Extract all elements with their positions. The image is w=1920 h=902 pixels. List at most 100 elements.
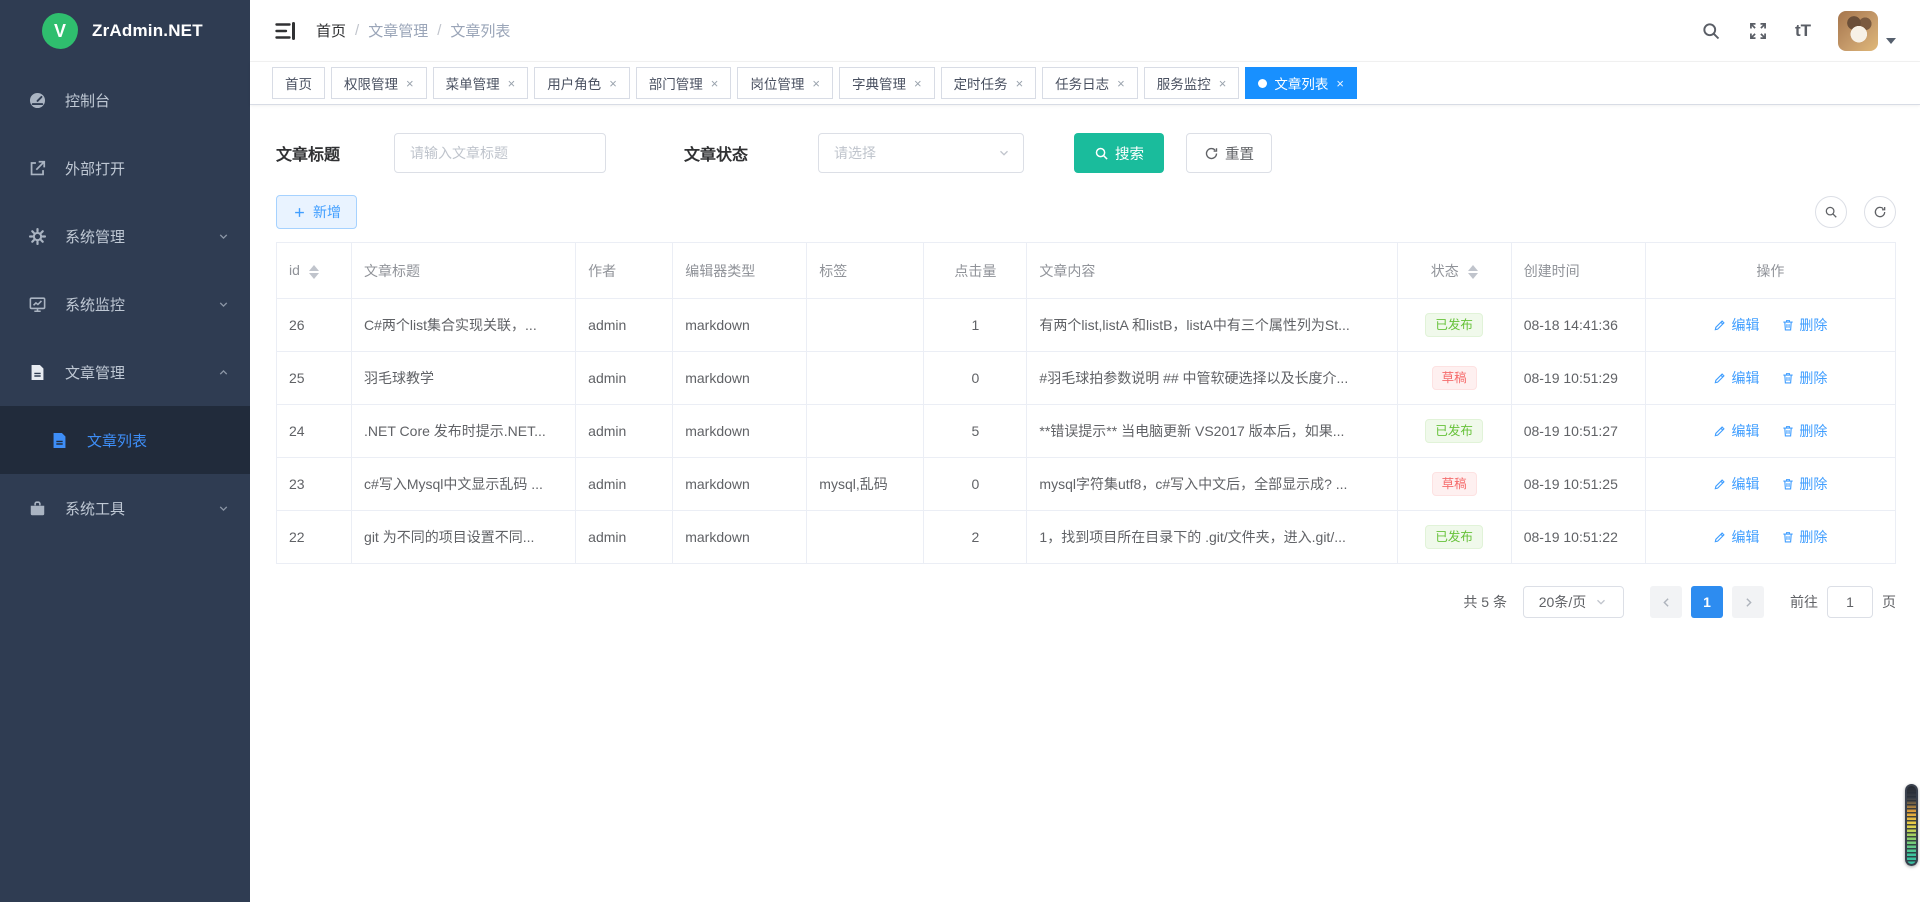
- breadcrumb-separator: /: [355, 22, 359, 39]
- status-badge: 草稿: [1432, 366, 1477, 390]
- tab[interactable]: 文章列表 ×: [1245, 67, 1357, 99]
- cell-id: 22: [277, 511, 352, 564]
- cell-id: 26: [277, 299, 352, 352]
- tab[interactable]: 定时任务 ×: [941, 67, 1037, 99]
- search-button-label: 搜索: [1115, 143, 1144, 164]
- breadcrumb-article-management[interactable]: 文章管理: [368, 20, 428, 41]
- cell-editor-type: markdown: [673, 405, 807, 458]
- edit-button[interactable]: 编辑: [1713, 527, 1759, 547]
- sidebar-item-dashboard[interactable]: 控制台: [0, 66, 250, 134]
- user-avatar[interactable]: [1838, 11, 1878, 51]
- sidebar-item-article-management[interactable]: 文章管理: [0, 338, 250, 406]
- article-status-select[interactable]: 请选择: [818, 133, 1024, 173]
- tab[interactable]: 岗位管理 ×: [737, 67, 833, 99]
- page-size-select[interactable]: 20条/页: [1523, 586, 1624, 618]
- delete-button-label: 删除: [1799, 421, 1827, 441]
- page-number-button[interactable]: 1: [1691, 586, 1723, 618]
- tab-close-icon[interactable]: ×: [508, 77, 516, 90]
- sidebar-menu: 控制台 外部打开 系统管理 系: [0, 66, 250, 542]
- edit-button[interactable]: 编辑: [1713, 368, 1759, 388]
- tab[interactable]: 首页: [272, 67, 325, 99]
- cell-status: 草稿: [1397, 352, 1511, 405]
- column-header-editor: 编辑器类型: [673, 243, 807, 299]
- trash-icon: [1781, 530, 1795, 544]
- edit-button[interactable]: 编辑: [1713, 421, 1759, 441]
- delete-button[interactable]: 删除: [1781, 474, 1827, 494]
- column-header-id[interactable]: id: [277, 243, 352, 299]
- tab-close-icon[interactable]: ×: [1219, 77, 1227, 90]
- tab-close-icon[interactable]: ×: [914, 77, 922, 90]
- sidebar-fold-icon[interactable]: [274, 20, 296, 42]
- tab-close-icon[interactable]: ×: [406, 77, 414, 90]
- sidebar-item-system-management[interactable]: 系统管理: [0, 202, 250, 270]
- edit-button[interactable]: 编辑: [1713, 474, 1759, 494]
- refresh-icon: [1873, 205, 1887, 219]
- user-menu[interactable]: [1838, 11, 1896, 51]
- tab-label: 岗位管理: [750, 73, 804, 93]
- delete-button[interactable]: 删除: [1781, 315, 1827, 335]
- tab-close-icon[interactable]: ×: [1336, 77, 1344, 90]
- sort-icon[interactable]: [1468, 265, 1478, 279]
- tab[interactable]: 任务日志 ×: [1042, 67, 1138, 99]
- table-row: 25 羽毛球教学 admin markdown 0 #羽毛球拍参数说明 ## 中…: [277, 352, 1896, 405]
- tab-close-icon[interactable]: ×: [1117, 77, 1125, 90]
- tab-label: 定时任务: [954, 73, 1008, 93]
- column-header-status[interactable]: 状态: [1397, 243, 1511, 299]
- page-size-value: 20条/页: [1539, 592, 1586, 612]
- sidebar-item-system-monitor[interactable]: 系统监控: [0, 270, 250, 338]
- article-title-input[interactable]: [394, 133, 606, 173]
- sidebar-item-label: 系统监控: [65, 294, 125, 315]
- delete-button-label: 删除: [1799, 474, 1827, 494]
- reset-button[interactable]: 重置: [1186, 133, 1272, 173]
- trash-icon: [1781, 318, 1795, 332]
- delete-button[interactable]: 删除: [1781, 527, 1827, 547]
- tab[interactable]: 部门管理 ×: [636, 67, 732, 99]
- fullscreen-icon[interactable]: [1748, 21, 1768, 41]
- tab[interactable]: 字典管理 ×: [839, 67, 935, 99]
- cell-actions: 编辑 删除: [1645, 352, 1895, 405]
- trash-icon: [1781, 424, 1795, 438]
- tab-close-icon[interactable]: ×: [1016, 77, 1024, 90]
- font-size-icon[interactable]: tT: [1795, 21, 1811, 41]
- breadcrumb-home[interactable]: 首页: [316, 20, 346, 41]
- tab[interactable]: 服务监控 ×: [1144, 67, 1240, 99]
- prev-page-button[interactable]: [1650, 586, 1682, 618]
- document-icon: [28, 363, 47, 382]
- sort-icon[interactable]: [309, 265, 319, 279]
- tab-close-icon[interactable]: ×: [609, 77, 617, 90]
- chevron-left-icon: [1660, 596, 1673, 609]
- status-badge: 已发布: [1425, 313, 1483, 337]
- tab[interactable]: 菜单管理 ×: [433, 67, 529, 99]
- delete-button[interactable]: 删除: [1781, 421, 1827, 441]
- next-page-button[interactable]: [1732, 586, 1764, 618]
- scroll-widget[interactable]: [1905, 784, 1918, 866]
- delete-button-label: 删除: [1799, 315, 1827, 335]
- edit-button[interactable]: 编辑: [1713, 315, 1759, 335]
- column-header-title: 文章标题: [352, 243, 576, 299]
- sidebar-item-label: 文章列表: [87, 430, 147, 451]
- dashboard-icon: [28, 91, 47, 110]
- delete-button[interactable]: 删除: [1781, 368, 1827, 388]
- cell-created-time: 08-19 10:51:25: [1511, 458, 1645, 511]
- table-row: 23 c#写入Mysql中文显示乱码 ... admin markdown my…: [277, 458, 1896, 511]
- add-button[interactable]: 新增: [276, 195, 357, 229]
- edit-button-label: 编辑: [1731, 527, 1759, 547]
- table-row: 24 .NET Core 发布时提示.NET... admin markdown…: [277, 405, 1896, 458]
- app-logo[interactable]: V ZrAdmin.NET: [0, 0, 250, 62]
- search-button[interactable]: 搜索: [1074, 133, 1164, 173]
- refresh-table-button[interactable]: [1864, 196, 1896, 228]
- sidebar-item-external-link[interactable]: 外部打开: [0, 134, 250, 202]
- tab-close-icon[interactable]: ×: [812, 77, 820, 90]
- search-icon[interactable]: [1701, 21, 1721, 41]
- tab[interactable]: 用户角色 ×: [534, 67, 630, 99]
- tab-close-icon[interactable]: ×: [711, 77, 719, 90]
- chevron-down-icon: [997, 146, 1011, 160]
- sidebar-item-system-tools[interactable]: 系统工具: [0, 474, 250, 542]
- sidebar-item-label: 系统工具: [65, 498, 125, 519]
- tab[interactable]: 权限管理 ×: [331, 67, 427, 99]
- sidebar-item-article-list[interactable]: 文章列表: [0, 406, 250, 474]
- cell-editor-type: markdown: [673, 511, 807, 564]
- goto-page-input[interactable]: [1827, 586, 1873, 618]
- show-search-button[interactable]: [1815, 196, 1847, 228]
- top-navbar: 首页 / 文章管理 / 文章列表 tT: [250, 0, 1920, 62]
